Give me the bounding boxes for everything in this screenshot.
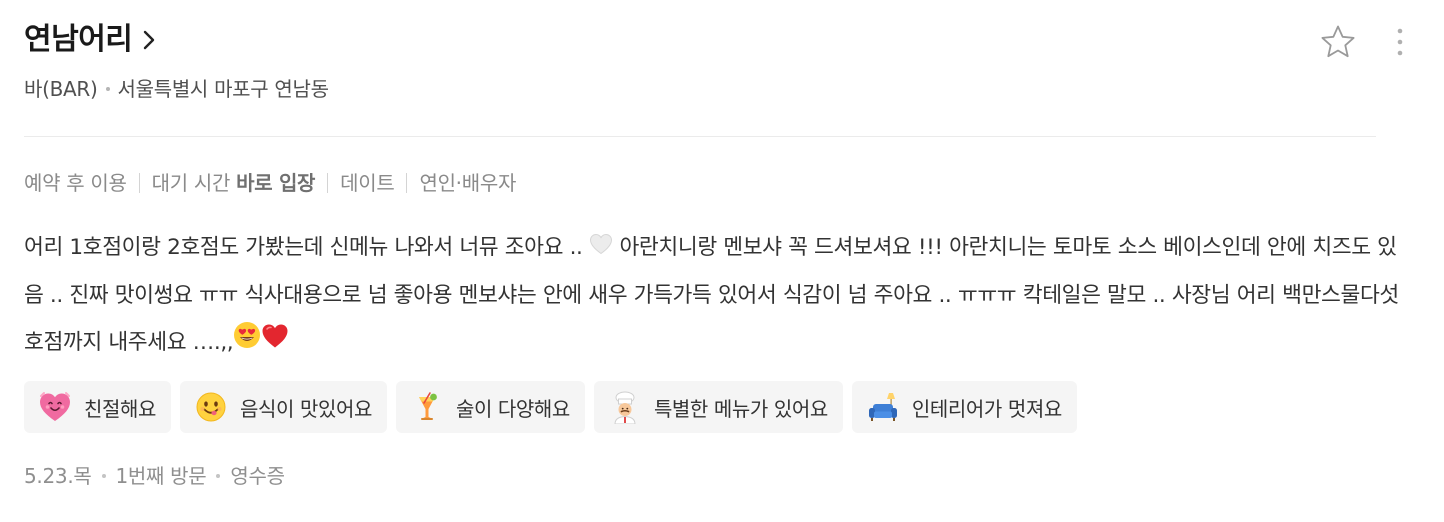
keyword-chip-special-menu[interactable]: 특별한 메뉴가 있어요 xyxy=(593,381,843,433)
cocktail-icon xyxy=(410,390,444,424)
tag-wait-value: 바로 입장 xyxy=(236,171,316,195)
header-actions xyxy=(1318,22,1420,62)
visit-info-tags: 예약 후 이용 대기 시간 바로 입장 데이트 연인·배우자 xyxy=(24,168,516,198)
favorite-button[interactable] xyxy=(1318,22,1358,62)
heart-eyes-icon xyxy=(233,319,261,366)
visit-date: 5.23.목 xyxy=(24,464,92,488)
place-subtitle: 바(BAR) 서울특별시 마포구 연남동 xyxy=(24,74,329,104)
tag-wait-label: 대기 시간 xyxy=(151,171,231,195)
keyword-chip-tasty[interactable]: 음식이 맛있어요 xyxy=(180,381,387,433)
place-address: 서울특별시 마포구 연남동 xyxy=(117,77,330,101)
keyword-chip-drinks[interactable]: 술이 다양해요 xyxy=(395,381,585,433)
chevron-right-icon xyxy=(142,28,160,52)
tag-purpose: 데이트 xyxy=(340,171,395,195)
tag-divider xyxy=(327,173,329,193)
star-icon xyxy=(1321,25,1355,58)
place-name: 연남어리 xyxy=(24,22,133,57)
tag-companion: 연인·배우자 xyxy=(419,171,517,195)
keyword-label: 술이 다양해요 xyxy=(455,396,570,421)
heart-face-icon xyxy=(38,390,72,424)
tag-divider xyxy=(406,173,408,193)
visit-count: 1번째 방문 xyxy=(115,464,207,488)
white-heart-icon xyxy=(589,225,613,272)
place-category: 바(BAR) xyxy=(24,77,98,101)
keyword-label: 음식이 맛있어요 xyxy=(240,396,372,421)
keyword-label: 인테리어가 멋져요 xyxy=(911,396,1062,421)
keyword-chips: 친절해요 음식이 맛있어요 술이 다양해요 특별한 메뉴가 있어요 인테리어가 … xyxy=(24,381,1086,433)
tag-divider xyxy=(138,173,140,193)
review-text: 어리 1호점이랑 2호점도 가봤는데 신메뉴 나와서 너뮤 조아요 .. 아란치… xyxy=(24,224,1399,366)
place-header: 연남어리 바(BAR) 서울특별시 마포구 연남동 xyxy=(24,0,1403,137)
keyword-label: 친절해요 xyxy=(84,396,156,421)
sofa-icon xyxy=(866,390,900,424)
chef-icon xyxy=(608,390,642,424)
more-vertical-icon xyxy=(1397,28,1403,56)
place-title-link[interactable]: 연남어리 xyxy=(24,18,160,62)
review-card: 연남어리 바(BAR) 서울특별시 마포구 연남동 예약 후 이용 대기 시간 … xyxy=(0,0,1444,522)
separator-dot xyxy=(216,474,221,478)
separator-dot xyxy=(101,474,106,478)
more-options-button[interactable] xyxy=(1380,22,1420,62)
review-meta: 5.23.목 1번째 방문 영수증 xyxy=(24,461,285,491)
keyword-label: 특별한 메뉴가 있어요 xyxy=(653,396,828,421)
red-heart-icon xyxy=(261,319,289,366)
verification-type: 영수증 xyxy=(230,464,285,488)
review-text-part1: 어리 1호점이랑 2호점도 가봤는데 신메뉴 나와서 너뮤 조아요 .. xyxy=(24,235,583,260)
separator-dot xyxy=(105,87,110,91)
tag-reservation: 예약 후 이용 xyxy=(24,171,127,195)
keyword-chip-kind[interactable]: 친절해요 xyxy=(24,381,171,433)
yum-face-icon xyxy=(194,390,228,424)
keyword-chip-interior[interactable]: 인테리어가 멋져요 xyxy=(851,381,1077,433)
